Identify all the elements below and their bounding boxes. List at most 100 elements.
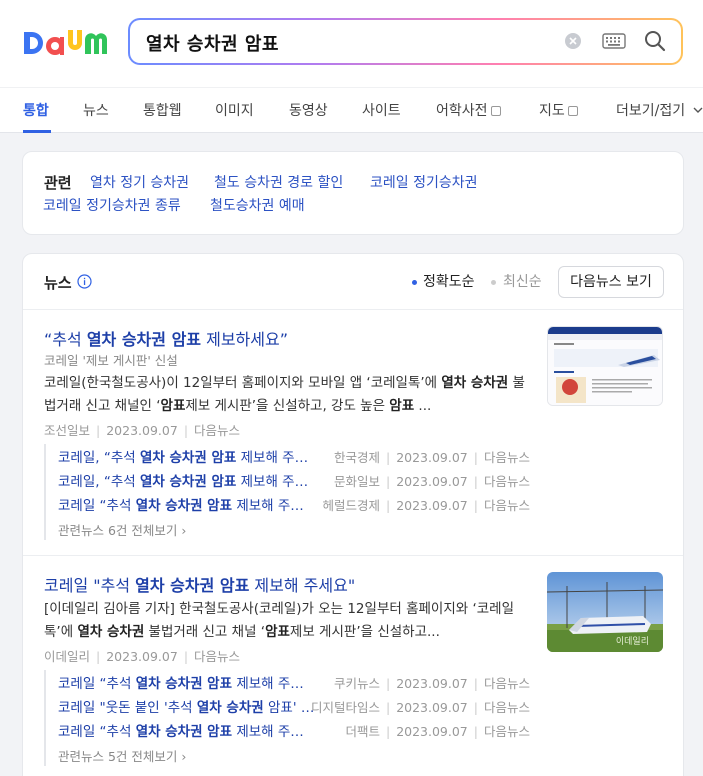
related-news-link[interactable]: 코레일 “추석 열차 승차권 암표 제보해 주세요” — [58, 494, 316, 514]
related-news-item: 코레일 “추석 열차 승차권 암표 제보해 주세요” 더팩트 | 2023.09.0… — [58, 720, 530, 740]
related-all-label: 관련뉴스 5건 전체보기 — [58, 749, 178, 764]
related-news-link[interactable]: 코레일, “추석 열차 승차권 암표 제보해 주세요” — [58, 446, 316, 466]
search-icon[interactable] — [643, 29, 667, 53]
tab-web[interactable]: 통합웹 — [143, 100, 182, 120]
related-via[interactable]: 다음뉴스 — [484, 676, 530, 691]
tab-site[interactable]: 사이트 — [362, 100, 401, 120]
link-highlight: 열차 승차권 — [196, 700, 264, 716]
link-text: 코레일 “추석 — [58, 676, 136, 692]
related-news-all-link[interactable]: 관련뉴스 6건 전체보기 › — [58, 520, 186, 539]
tab-dictionary[interactable]: 어학사전 — [436, 100, 501, 120]
related-via[interactable]: 다음뉴스 — [484, 724, 530, 739]
related-date: 2023.09.07 — [396, 700, 468, 715]
related-via[interactable]: 다음뉴스 — [484, 450, 530, 465]
chevron-down-icon — [693, 107, 703, 113]
sort-accuracy[interactable]: 정확도순 — [423, 271, 475, 291]
sort-recent[interactable]: 최신순 — [503, 271, 542, 291]
related-label: 관련 — [44, 174, 72, 192]
related-news-meta: 문화일보 | 2023.09.07 | 다음뉴스 — [333, 474, 530, 489]
related-link[interactable]: 철도승차권 예매 — [210, 195, 305, 215]
tab-all[interactable]: 통합 — [23, 100, 49, 120]
related-news-list: 코레일, “추석 열차 승차권 암표 제보해 주세요” 한국경제|2023.09… — [44, 444, 530, 540]
clear-icon[interactable] — [564, 32, 582, 50]
article-source[interactable]: 조선일보 — [44, 423, 90, 438]
title-text: 코레일 "추석 — [44, 576, 136, 595]
news-section-title: 뉴스 — [44, 274, 72, 292]
tab-more-label: 더보기/접기 — [616, 103, 686, 119]
link-highlight: 열차 승차권 암표 — [139, 474, 237, 490]
related-via[interactable]: 다음뉴스 — [484, 498, 530, 513]
article-date: 2023.09.07 — [106, 423, 178, 438]
related-news-item: 코레일 “추석 열차 승차권 암표 제보해 주세요” 쿠키뉴스 | 2023.09.… — [58, 672, 530, 692]
related-source[interactable]: 쿠키뉴스 — [334, 676, 380, 691]
related-link[interactable]: 철도 승차권 경로 할인 — [214, 172, 343, 192]
tab-video[interactable]: 동영상 — [289, 100, 328, 120]
related-link[interactable]: 코레일 정기승차권 종류 — [43, 195, 181, 215]
title-highlight: 열차 승차권 암표 — [135, 576, 250, 595]
active-tab-indicator — [23, 130, 51, 133]
related-news-link[interactable]: 코레일 "웃돈 붙인 '추석 열차 승차권 암표' 제보해 주세요" — [58, 696, 316, 716]
tab-more[interactable]: 더보기/접기 — [616, 100, 703, 120]
thumbnail-caption: 이데일리 — [615, 637, 649, 647]
related-news-all-link[interactable]: 관련뉴스 5건 전체보기 › — [58, 746, 186, 765]
related-news-meta: 디지털타임스 | 2023.09.07 | 다음뉴스 — [310, 700, 530, 715]
related-via[interactable]: 다음뉴스 — [484, 700, 530, 715]
related-news-meta: 더팩트 | 2023.09.07 | 다음뉴스 — [345, 724, 530, 739]
article-date: 2023.09.07 — [106, 649, 178, 664]
related-source[interactable]: 한국경제 — [334, 450, 380, 465]
related-source[interactable]: 디지털타임스 — [311, 700, 380, 715]
related-source[interactable]: 더팩트 — [345, 724, 380, 739]
related-date: 2023.09.07 — [396, 474, 468, 489]
sort-active-dot — [412, 280, 417, 285]
tab-map-label: 지도 — [539, 103, 565, 119]
link-text: 코레일 "웃돈 붙인 '추석 — [58, 700, 197, 716]
chevron-right-icon: › — [181, 523, 187, 538]
external-window-icon — [490, 106, 501, 116]
article-title[interactable]: 코레일 "추석 열차 승차권 암표 제보해 주세요" — [44, 572, 355, 596]
thumbnail-image — [548, 327, 662, 405]
article-via[interactable]: 다음뉴스 — [194, 423, 240, 438]
link-text: 코레일 “추석 — [58, 724, 136, 740]
related-news-item: 코레일, “추석 열차 승차권 암표 제보해 주세요” 문화일보|2023.09… — [58, 470, 530, 490]
article-via[interactable]: 다음뉴스 — [194, 649, 240, 664]
news-section: 뉴스 정확도순 최신순 다음뉴스 보기 “추석 열차 승차권 암표 제보하세요”… — [22, 253, 684, 776]
related-news-item: 코레일 “추석 열차 승차권 암표 제보해 주세요” 헤럴드경제 | 2023.09… — [58, 494, 530, 514]
article-title[interactable]: “추석 열차 승차권 암표 제보하세요” — [44, 326, 288, 350]
related-source[interactable]: 헤럴드경제 — [322, 498, 380, 513]
related-news-link[interactable]: 코레일 “추석 열차 승차권 암표 제보해 주세요” — [58, 672, 316, 692]
daum-logo[interactable] — [22, 26, 108, 56]
related-news-link[interactable]: 코레일 “추석 열차 승차권 암표 제보해 주세요” — [58, 720, 316, 740]
related-via[interactable]: 다음뉴스 — [484, 474, 530, 489]
link-highlight: 열차 승차권 암표 — [135, 498, 233, 514]
tab-map[interactable]: 지도 — [539, 100, 578, 120]
article-meta: 이데일리 | 2023.09.07 | 다음뉴스 — [44, 649, 241, 664]
related-all-label: 관련뉴스 6건 전체보기 — [58, 523, 178, 538]
link-text: 제보해 주세요” — [232, 724, 316, 740]
tab-news[interactable]: 뉴스 — [83, 100, 109, 120]
article-thumbnail[interactable]: 이데일리 — [547, 572, 663, 652]
info-icon[interactable] — [77, 274, 92, 289]
external-window-icon — [567, 106, 578, 116]
search-input[interactable]: 열차 승차권 암표 — [146, 30, 279, 56]
divider — [23, 309, 683, 310]
related-link[interactable]: 코레일 정기승차권 — [370, 172, 478, 192]
link-text: 제보해 주세요” — [240, 450, 316, 466]
related-link[interactable]: 열차 정기 승차권 — [90, 172, 189, 192]
search-box[interactable]: 열차 승차권 암표 — [128, 18, 683, 65]
related-news-link[interactable]: 코레일, “추석 열차 승차권 암표 제보해 주세요” — [58, 470, 316, 490]
related-news-item: 코레일 "웃돈 붙인 '추석 열차 승차권 암표' 제보해 주세요" 디지털타임… — [58, 696, 530, 716]
daum-news-more-button[interactable]: 다음뉴스 보기 — [558, 266, 664, 298]
link-text: 코레일, “추석 — [58, 474, 140, 490]
keyboard-icon[interactable] — [602, 33, 626, 49]
related-source[interactable]: 문화일보 — [334, 474, 380, 489]
link-text: 제보해 주세요” — [232, 676, 316, 692]
related-news-meta: 한국경제 | 2023.09.07 | 다음뉴스 — [333, 450, 530, 465]
link-text: 암표' 제보해 주세요" — [267, 700, 316, 716]
related-news-item: 코레일, “추석 열차 승차권 암표 제보해 주세요” 한국경제|2023.09… — [58, 446, 530, 466]
related-date: 2023.09.07 — [396, 450, 468, 465]
article-thumbnail[interactable] — [547, 326, 663, 406]
tab-image[interactable]: 이미지 — [215, 100, 254, 120]
chevron-right-icon: › — [181, 749, 187, 764]
article-source[interactable]: 이데일리 — [44, 649, 90, 664]
link-highlight: 열차 승차권 암표 — [135, 724, 233, 740]
